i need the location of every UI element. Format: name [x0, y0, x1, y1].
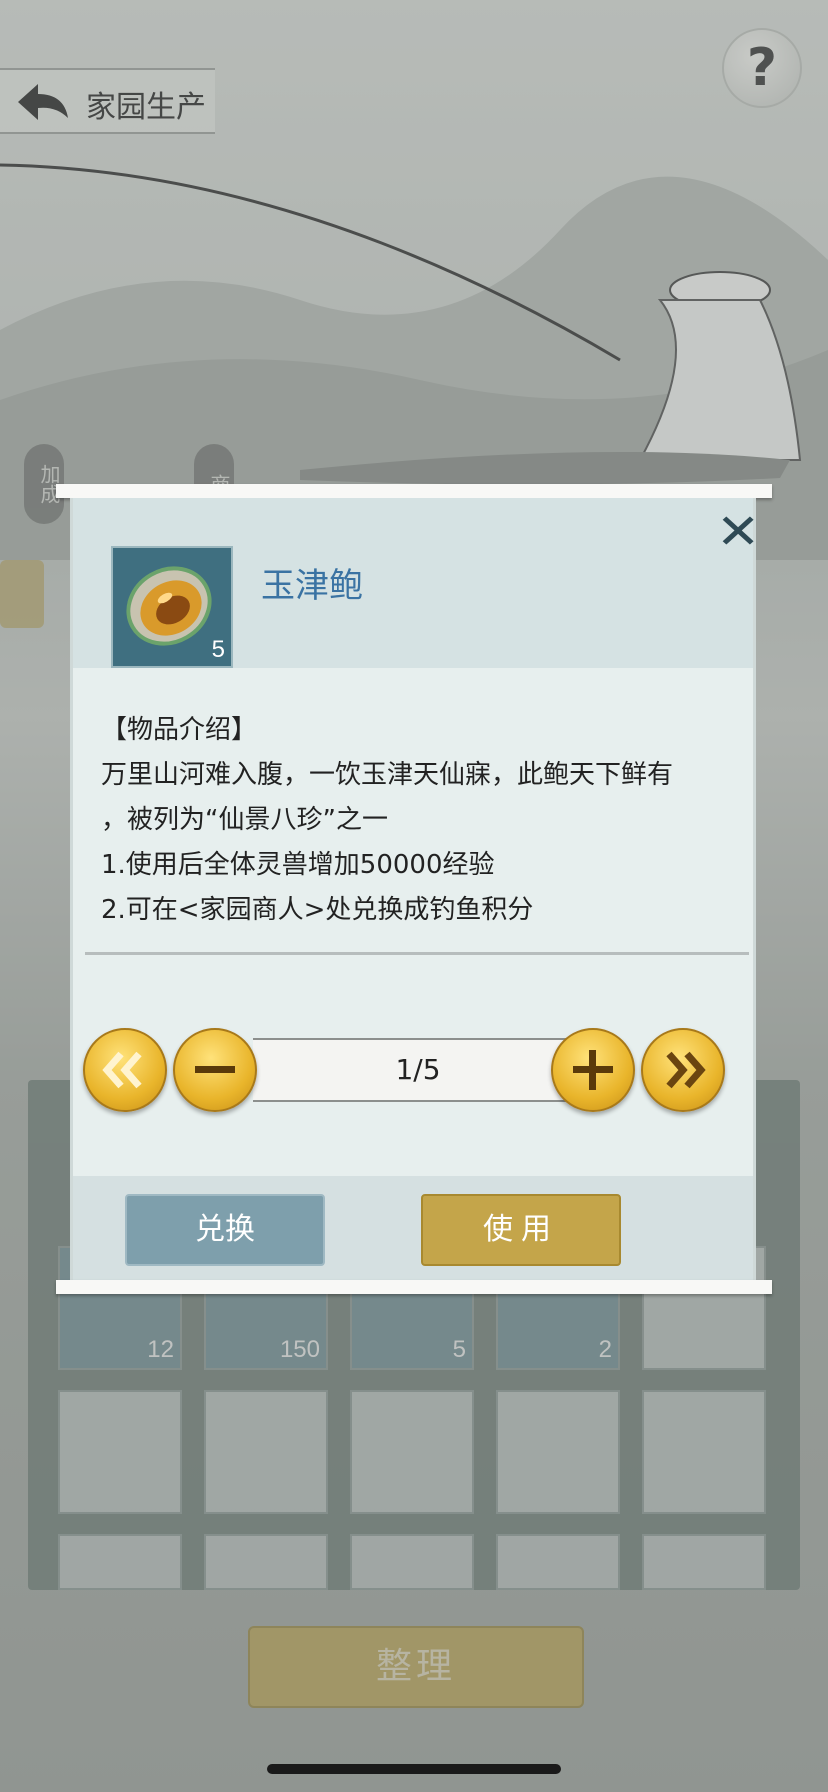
plus-icon	[573, 1050, 613, 1090]
double-chevron-left-icon	[102, 1051, 142, 1089]
quantity-display: 1/5	[253, 1038, 583, 1102]
item-name: 玉津鲍	[261, 566, 363, 606]
use-button[interactable]: 使用	[421, 1194, 621, 1266]
home-indicator[interactable]	[267, 1764, 561, 1774]
description-line: ，被列为“仙景八珍”之一	[101, 805, 388, 835]
max-quantity-button[interactable]	[641, 1028, 725, 1112]
item-icon-frame: 5	[111, 546, 233, 668]
description-line: 1.使用后全体灵兽增加50000经验	[101, 850, 495, 880]
dialog-panel: ✕ 5 玉津鲍 【物品介绍】 万里山河难入腹，一饮玉津天仙寐，此鲍天下鲜有 ，被…	[70, 498, 760, 1280]
action-bar: 兑换 使用	[73, 1176, 753, 1280]
scroll-roller-top	[56, 484, 772, 498]
item-detail-dialog: ✕ 5 玉津鲍 【物品介绍】 万里山河难入腹，一饮玉津天仙寐，此鲍天下鲜有 ，被…	[56, 484, 772, 1294]
min-quantity-button[interactable]	[83, 1028, 167, 1112]
decrease-button[interactable]	[173, 1028, 257, 1112]
description-line: 万里山河难入腹，一饮玉津天仙寐，此鲍天下鲜有	[101, 760, 674, 790]
description-line: 2.可在<家园商人>处兑换成钓鱼积分	[101, 895, 534, 925]
increase-button[interactable]	[551, 1028, 635, 1112]
close-icon[interactable]: ✕	[716, 504, 760, 560]
description-heading: 【物品介绍】	[101, 715, 258, 745]
scroll-roller-bottom	[56, 1280, 772, 1294]
exchange-button[interactable]: 兑换	[125, 1194, 325, 1266]
item-icon-count: 5	[211, 636, 225, 663]
minus-icon	[195, 1066, 235, 1073]
item-description: 【物品介绍】 万里山河难入腹，一饮玉津天仙寐，此鲍天下鲜有 ，被列为“仙景八珍”…	[101, 708, 741, 933]
double-chevron-right-icon	[666, 1051, 706, 1089]
divider	[85, 952, 749, 955]
